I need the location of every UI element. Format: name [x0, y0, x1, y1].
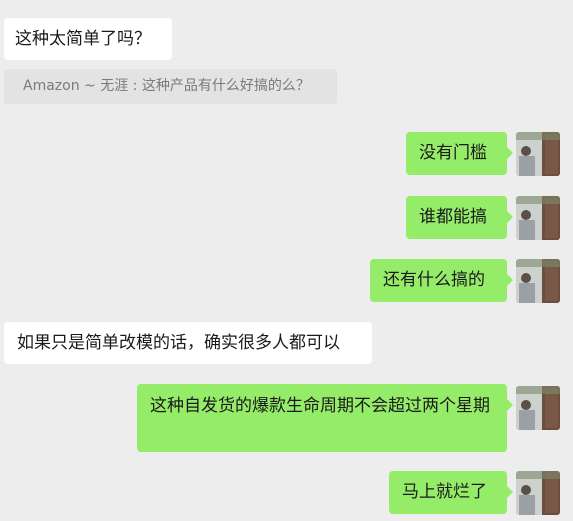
sent-message-bubble[interactable]: 还有什么搞的 [370, 259, 513, 302]
avatar-image [516, 132, 560, 176]
user-avatar[interactable] [516, 132, 560, 176]
quoted-message[interactable]: Amazon ~ 无涯 : 这种产品有什么好搞的么？ [4, 69, 337, 104]
received-message-bubble[interactable]: 如果只是简单改模的话，确实很多人都可以 [4, 322, 372, 364]
avatar-image [516, 386, 560, 430]
user-avatar[interactable] [516, 471, 560, 515]
sent-message-bubble[interactable]: 没有门槛 [406, 132, 513, 175]
user-avatar[interactable] [516, 196, 560, 240]
message-text: 马上就烂了 [402, 482, 487, 502]
user-avatar[interactable] [516, 386, 560, 430]
sent-message-bubble[interactable]: 马上就烂了 [389, 471, 513, 514]
message-text: 这种太简单了吗？ [15, 29, 151, 49]
avatar-image [516, 196, 560, 240]
message-text: 这种自发货的爆款生命周期不会超过两个星期 [150, 396, 490, 416]
quoted-message-text: Amazon ~ 无涯 : 这种产品有什么好搞的么？ [23, 78, 310, 94]
sent-message-bubble[interactable]: 这种自发货的爆款生命周期不会超过两个星期 [137, 384, 513, 452]
avatar-image [516, 471, 560, 515]
message-text: 还有什么搞的 [383, 270, 485, 290]
message-text: 没有门槛 [419, 143, 487, 163]
user-avatar[interactable] [516, 259, 560, 303]
sent-message-bubble[interactable]: 谁都能搞 [406, 196, 513, 239]
received-message-bubble[interactable]: 这种太简单了吗？ [4, 18, 172, 60]
message-text: 谁都能搞 [419, 207, 487, 227]
avatar-image [516, 259, 560, 303]
message-text: 如果只是简单改模的话，确实很多人都可以 [17, 333, 340, 353]
